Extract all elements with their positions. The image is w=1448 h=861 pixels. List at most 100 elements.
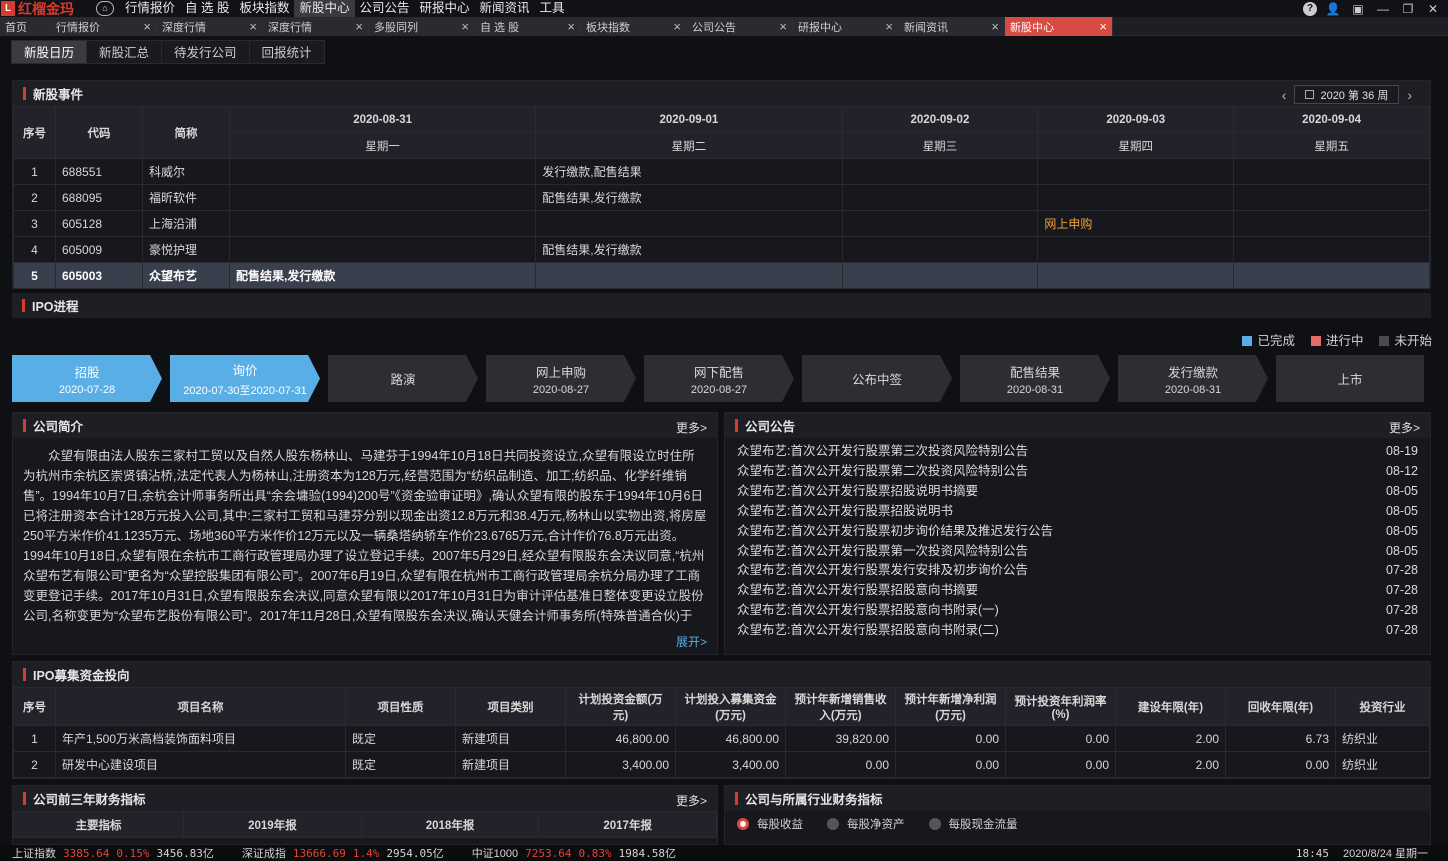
funds-cell: 年产1,500万米高档装饰面料项目 [55,725,346,752]
step-date: 2020-08-27 [532,383,590,396]
close-icon[interactable]: ✕ [1424,2,1442,16]
zz-index-name: 中证1000 [471,848,519,860]
ipo-step: 网下配售 2020-08-27 [644,355,794,402]
cell-event [228,184,537,211]
event-row[interactable]: 1 688551 科威尔 发行缴款,配售结果 [13,158,1430,185]
tab[interactable]: 行情报价 × [51,17,157,36]
minimize-icon[interactable]: — [1374,2,1392,16]
next-week-icon[interactable]: › [1407,87,1412,103]
notice-item[interactable]: 众望布艺:首次公开发行股票招股意向书附录(一) 07-28 [737,601,1418,621]
menu-item[interactable]: 自 选 股 [180,0,234,17]
intro-more-link[interactable]: 更多> [676,419,707,436]
step-label: 配售结果 [1009,365,1060,380]
funds-cell: 既定 [345,751,456,778]
cell-code: 605009 [55,236,143,263]
fin-more-link[interactable]: 更多> [676,792,707,809]
notice-item[interactable]: 众望布艺:首次公开发行股票招股意向书附录(二) 07-28 [737,621,1418,641]
menu-item[interactable]: 新股中心 [294,0,355,17]
event-row[interactable]: 3 605128 上海沿浦 网上申购 [13,210,1430,237]
date-col: 2020-08-31 [228,106,537,133]
tab[interactable]: 新股中心 × [1005,17,1113,36]
tab[interactable]: 多股同列 × [369,17,475,36]
tab[interactable]: 首页 [0,17,51,36]
subtab[interactable]: 回报统计 [248,40,325,64]
week-selector: ‹ 2020 第 36 周 › [1282,85,1412,104]
home-icon[interactable]: ⌂ [96,1,114,16]
funds-cell: 纺织业 [1335,725,1430,752]
message-icon[interactable]: ▣ [1349,2,1367,16]
menu-item[interactable]: 公司公告 [355,0,415,17]
tab-label: 深度行情 [268,21,312,34]
close-tab-icon[interactable]: × [1099,19,1107,34]
tab[interactable]: 研报中心 × [793,17,899,36]
legend-active-label: 进行中 [1325,334,1364,348]
help-icon[interactable]: ? [1303,1,1317,16]
close-tab-icon[interactable]: × [673,19,681,34]
subtab[interactable]: 新股汇总 [86,40,162,64]
fin-table: 主要指标 2019年报 2018年报 2017年报 [12,811,717,838]
cell-event: 配售结果,发行缴款 [535,184,843,211]
tab[interactable]: 自 选 股 × [475,17,581,36]
funds-cell: 39,820.00 [785,725,896,752]
week-picker[interactable]: 2020 第 36 周 [1294,85,1400,104]
close-tab-icon[interactable]: × [249,19,257,34]
close-tab-icon[interactable]: × [779,19,787,34]
close-tab-icon[interactable]: × [143,19,151,34]
menu-item[interactable]: 研报中心 [415,0,475,17]
tab[interactable]: 公司公告 × [687,17,793,36]
radio-icon [928,818,941,830]
col-name: 简称 [142,106,230,159]
ipo-step: 网上申购 2020-08-27 [486,355,636,402]
menu-item[interactable]: 工具 [535,0,570,17]
ipo-step: 招股 2020-07-28 [12,355,162,402]
option-eps[interactable]: 每股收益 [737,816,803,832]
tab[interactable]: 深度行情 × [157,17,263,36]
menu-item[interactable]: 行情报价 [120,0,180,17]
funds-cell: 1 [13,725,56,752]
ipo-step: 上市 [1276,355,1424,402]
notice-more-link[interactable]: 更多> [1389,419,1420,436]
close-tab-icon[interactable]: × [355,19,363,34]
funds-row[interactable]: 1 年产1,500万米高档装饰面料项目 既定 新建项目 46,800.00 46,800.… [13,725,1430,752]
tab[interactable]: 板块指数 × [581,17,687,36]
notice-item[interactable]: 众望布艺:首次公开发行股票第一次投资风险特别公告 08-05 [737,542,1418,562]
option-eps-label: 每股收益 [757,819,803,831]
notice-item[interactable]: 众望布艺:首次公开发行股票招股说明书摘要 08-05 [737,482,1418,502]
menu-item[interactable]: 板块指数 [234,0,294,17]
notice-item[interactable]: 众望布艺:首次公开发行股票招股意向书摘要 07-28 [737,581,1418,601]
step-label: 上市 [1337,373,1363,387]
notice-item[interactable]: 众望布艺:首次公开发行股票初步询价结果及推迟发行公告 08-05 [737,522,1418,542]
close-tab-icon[interactable]: × [991,19,999,34]
funds-row[interactable]: 2 研发中心建设项目 既定 新建项目 3,400.00 3,400.00 0.00 0.00 0… [13,751,1430,778]
step-date: 2020-08-31 [1164,383,1222,396]
events-title-text: 新股事件 [33,88,84,102]
weekday-col: 星期二 [535,132,843,159]
option-cfps[interactable]: 每股现金流量 [928,816,1018,832]
prev-week-icon[interactable]: ‹ [1282,87,1287,103]
notice-item[interactable]: 众望布艺:首次公开发行股票第三次投资风险特别公告 08-19 [737,442,1418,462]
cell-event [1233,158,1430,185]
subtab[interactable]: 待发行公司 [161,40,249,64]
intro-expand-link[interactable]: 展开> [676,633,707,650]
event-row[interactable]: 5 605003 众望布艺 配售结果,发行缴款 [13,262,1430,289]
option-cfps-label: 每股现金流量 [948,819,1018,831]
menu-item[interactable]: 新闻资讯 [475,0,535,17]
close-tab-icon[interactable]: × [567,19,575,34]
close-tab-icon[interactable]: × [885,19,893,34]
subtab[interactable]: 新股日历 [11,40,87,64]
restore-icon[interactable]: ❐ [1399,2,1417,16]
option-bvps[interactable]: 每股净资产 [827,816,905,832]
notice-item[interactable]: 众望布艺:首次公开发行股票发行安排及初步询价公告 07-28 [737,561,1418,581]
user-icon[interactable]: 👤 [1324,2,1342,16]
sh-index-name: 上证指数 [12,848,56,860]
event-row[interactable]: 2 688095 福昕软件 配售结果,发行缴款 [13,184,1430,211]
notice-item[interactable]: 众望布艺:首次公开发行股票招股说明书 08-05 [737,502,1418,522]
notice-item[interactable]: 众望布艺:首次公开发行股票第二次投资风险特别公告 08-12 [737,462,1418,482]
main-menu: 行情报价自 选 股板块指数 新股中心 公司公告 研报中心 新闻资讯 工具 [120,0,570,17]
event-row[interactable]: 4 605009 豪悦护理 配售结果,发行缴款 [13,236,1430,263]
close-tab-icon[interactable]: × [461,19,469,34]
funds-col: 投资行业 [1335,687,1430,726]
tab-label: 多股同列 [374,21,418,34]
tab[interactable]: 新闻资讯 × [899,17,1005,36]
tab[interactable]: 深度行情 × [263,17,369,36]
